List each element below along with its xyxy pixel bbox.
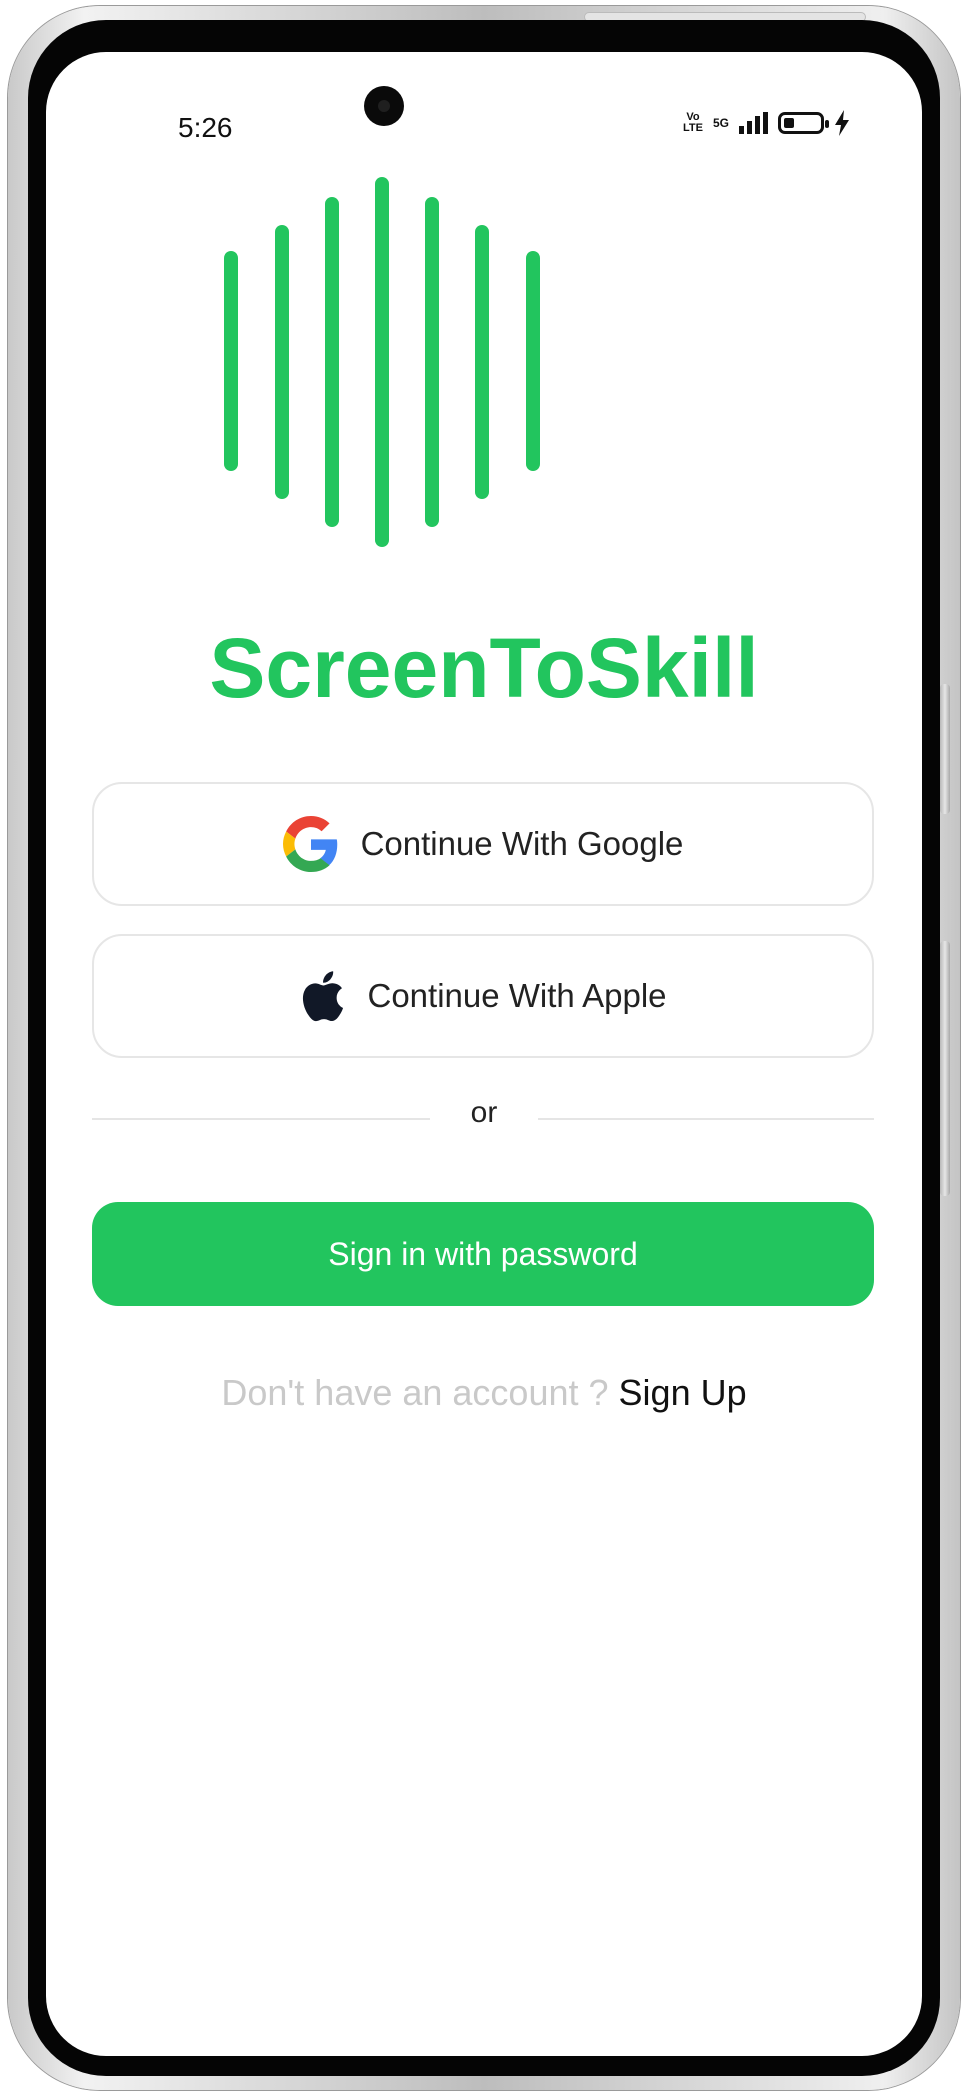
- brand-name: ScreenToSkill: [209, 621, 759, 715]
- signup-row: Don't have an account ? Sign Up: [46, 1372, 922, 1414]
- signup-prompt: Don't have an account ?: [221, 1372, 609, 1413]
- apple-button-label: Continue With Apple: [367, 977, 667, 1014]
- phone-bezel: 5:26 Vo LTE 5G ScreenToSkill Continue Wi…: [28, 20, 940, 2076]
- sign-up-link[interactable]: Sign Up: [619, 1372, 747, 1413]
- sign-in-with-password-button[interactable]: Sign in with password: [92, 1202, 874, 1306]
- divider-right: [538, 1118, 874, 1120]
- screen: 5:26 Vo LTE 5G ScreenToSkill Continue Wi…: [46, 52, 922, 2056]
- google-icon: [282, 816, 337, 872]
- divider-or-text: or: [470, 1096, 498, 1129]
- divider-left: [92, 1118, 430, 1120]
- power-button: [940, 684, 950, 814]
- google-button-label: Continue With Google: [360, 825, 684, 862]
- continue-with-apple-button[interactable]: Continue With Apple: [92, 934, 874, 1058]
- phone-frame: 5:26 Vo LTE 5G ScreenToSkill Continue Wi…: [8, 6, 960, 2090]
- brand-logo-icon: [224, 177, 540, 547]
- continue-with-google-button[interactable]: Continue With Google: [92, 782, 874, 906]
- volume-button: [940, 941, 950, 1196]
- apple-icon: [303, 971, 344, 1022]
